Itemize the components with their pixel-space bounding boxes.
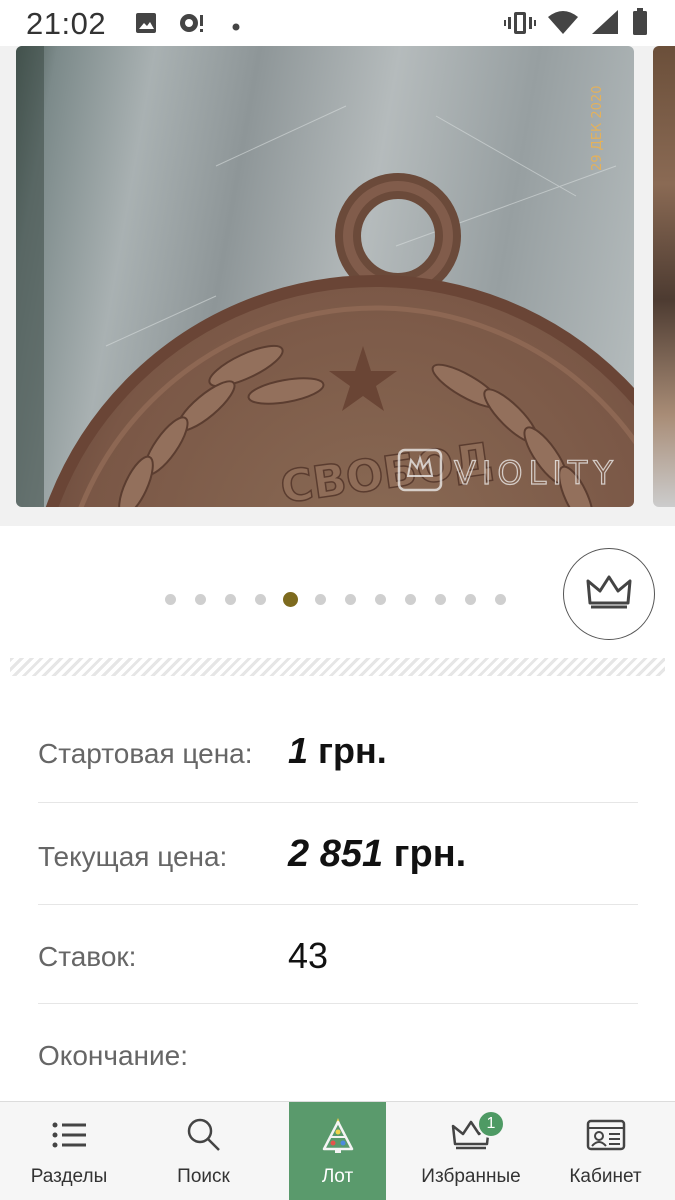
list-icon [51, 1116, 87, 1154]
carousel-dot[interactable] [225, 593, 236, 605]
end-label: Окончание: [38, 1040, 188, 1071]
crown-icon: 1 [451, 1110, 505, 1154]
vibrate-icon [504, 10, 536, 41]
lot-info: Стартовая цена: 1 грн. Текущая цена: 2 8… [38, 700, 638, 1094]
carousel-dot[interactable] [195, 593, 206, 605]
favorites-count-badge: 1 [477, 1110, 505, 1138]
bids-value: 43 [288, 935, 329, 976]
carousel-dot[interactable] [495, 593, 506, 605]
current-price-value: 2 851 грн. [288, 833, 467, 875]
image-icon [135, 12, 157, 39]
end-row: Окончание: [38, 1004, 638, 1094]
carousel-dot[interactable] [315, 593, 326, 605]
nav-label: Кабинет [569, 1166, 642, 1187]
lot-tree-icon [318, 1116, 358, 1154]
crown-icon [585, 573, 633, 616]
lot-photo[interactable]: СВОБОД 29 ДЕК 2020 VIOLITY [16, 46, 634, 507]
carousel-dot[interactable] [465, 593, 476, 605]
nav-item-lot[interactable]: Лот [289, 1102, 386, 1200]
bids-row: Ставок: 43 [38, 905, 638, 1004]
add-to-favorites-button[interactable] [563, 548, 655, 640]
carousel-dot-active[interactable] [283, 591, 298, 607]
carousel-dot[interactable] [435, 593, 446, 605]
status-bar: 21:02 [0, 0, 675, 46]
nav-item-search[interactable]: Поиск [138, 1102, 269, 1200]
id-card-icon [586, 1116, 626, 1154]
bids-label: Ставок: [38, 941, 137, 972]
start-price-row: Стартовая цена: 1 грн. [38, 700, 638, 803]
carousel-dot[interactable] [405, 593, 416, 605]
dot-icon [232, 18, 240, 36]
hatched-divider [10, 658, 665, 676]
battery-icon [632, 8, 648, 41]
carousel-dot[interactable] [165, 593, 176, 605]
search-icon [186, 1116, 222, 1154]
wifi-icon [547, 10, 579, 41]
nav-item-sections[interactable]: Разделы [0, 1102, 138, 1200]
carousel-dot[interactable] [375, 593, 386, 605]
watermark-text: VIOLITY [454, 454, 619, 492]
carousel-dots[interactable] [165, 591, 525, 607]
current-price-row: Текущая цена: 2 851 грн. [38, 803, 638, 905]
carousel-dot[interactable] [345, 593, 356, 605]
nav-label: Избранные [421, 1166, 521, 1187]
photo-date-stamp: 29 ДЕК 2020 [590, 86, 605, 172]
nav-label: Разделы [30, 1166, 108, 1187]
nav-label: Поиск [177, 1166, 230, 1187]
nav-label: Лот [321, 1166, 354, 1187]
nav-item-favorites[interactable]: 1 Избранные [406, 1102, 536, 1200]
nav-item-account[interactable]: Кабинет [548, 1102, 663, 1200]
current-price-label: Текущая цена: [38, 841, 228, 872]
signal-icon [590, 8, 620, 41]
next-photo-peek[interactable] [653, 46, 675, 507]
start-price-label: Стартовая цена: [38, 738, 253, 769]
image-gallery[interactable]: СВОБОД 29 ДЕК 2020 VIOLITY [0, 46, 675, 526]
status-time: 21:02 [26, 6, 107, 41]
notification-icon [178, 12, 206, 41]
carousel-dot[interactable] [255, 593, 266, 605]
bottom-navigation: Разделы Поиск Лот 1 Избранные Кабинет [0, 1101, 675, 1200]
start-price-value: 1 грн. [288, 730, 387, 771]
